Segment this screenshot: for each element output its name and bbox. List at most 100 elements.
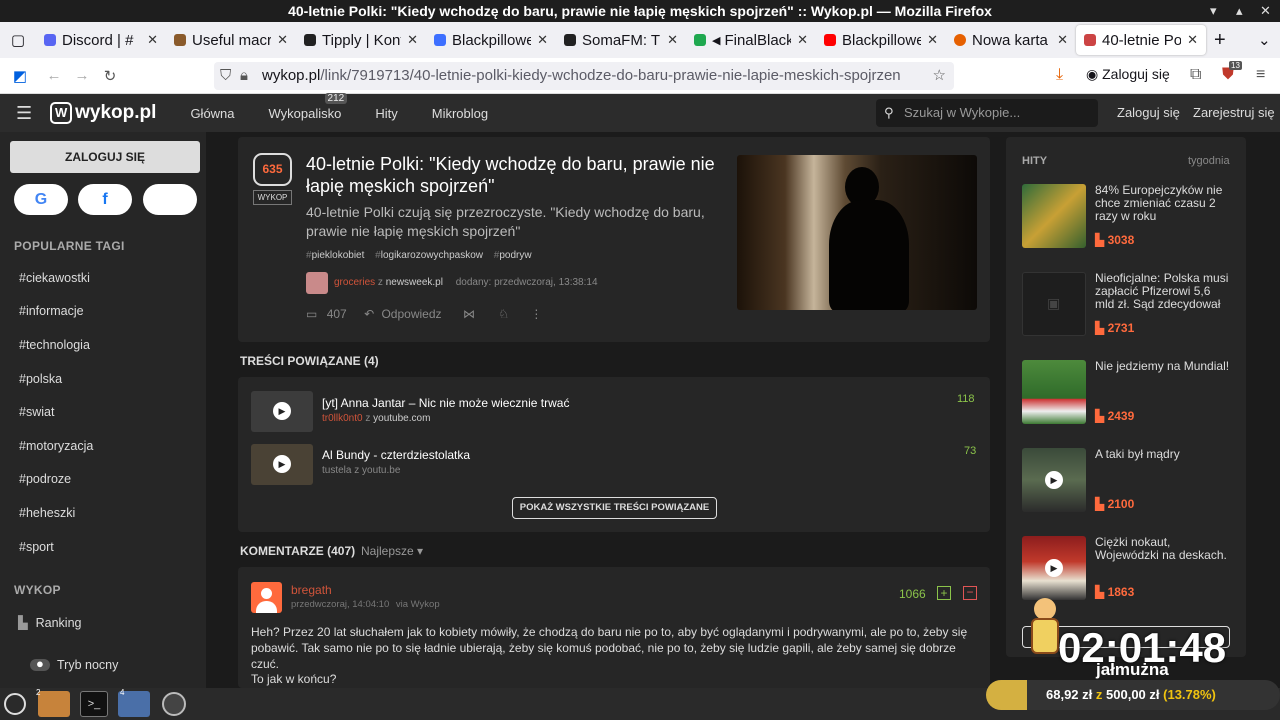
related-item-title[interactable]: [yt] Anna Jantar – Nic nie może wiecznie… [322,396,569,410]
header-register[interactable]: Zarejestruj się [1193,105,1275,120]
tag-item[interactable]: #heheszki [19,506,75,520]
files-icon[interactable] [38,691,70,717]
hits-period[interactable]: tygodnia [1188,155,1230,167]
close-tab-icon[interactable]: ✕ [147,32,158,48]
close-tab-icon[interactable]: ✕ [277,32,288,48]
tag-link[interactable]: pieklokobiet [312,250,365,261]
comments-count[interactable]: 407 [327,307,347,321]
sidebar-login-button[interactable]: ZALOGUJ SIĘ [10,141,200,173]
back-icon[interactable]: ← [40,67,68,84]
hit-item[interactable]: ▶ Ciężki nokaut, Wojewódzki na deskach. … [1022,536,1232,600]
nav-hity[interactable]: Hity [375,106,397,121]
vote-button[interactable]: WYKOP [253,190,292,205]
tab-somafm[interactable]: SomaFM: The✕ [556,22,686,58]
tag-item[interactable]: #polska [19,372,62,386]
nav-mikroblog[interactable]: Mikroblog [432,106,488,121]
author-avatar[interactable] [306,272,328,294]
tab-finalblack[interactable]: ◀ FinalBlack ✕ [686,22,816,58]
tab-discord[interactable]: Discord | # ✕ [36,22,166,58]
tag-item[interactable]: #informacje [19,304,84,318]
tab-new[interactable]: Nowa karta ✕ [946,22,1076,58]
tag-item[interactable]: #swiat [19,405,54,419]
apple-login-icon[interactable] [143,184,197,215]
plus-vote-button[interactable]: + [937,586,951,600]
tag-link[interactable]: podryw [499,250,531,261]
article-thumbnail[interactable] [737,155,977,310]
tab-list-icon[interactable]: ⌄ [1250,22,1280,58]
facebook-login-icon[interactable]: f [78,184,132,215]
tag-link[interactable]: logikarozowychpaskow [381,250,483,261]
hit-votes: ▙ 1863 [1095,585,1135,599]
sidebar-toggle-icon[interactable]: ◩ [6,67,34,85]
added-date: dodany: przedwczoraj, 13:38:14 [455,277,598,288]
terminal-icon[interactable]: >_ [80,691,108,717]
reload-icon[interactable]: ↻ [96,67,124,85]
speaker-icon[interactable]: ◀ [712,34,720,47]
start-menu-icon[interactable] [4,693,26,715]
source-link[interactable]: newsweek.pl [386,277,443,288]
author-link[interactable]: groceries [334,277,375,288]
new-tab-button[interactable]: + [1206,22,1236,58]
comment-avatar[interactable] [251,582,282,613]
tag-item[interactable]: #technologia [19,338,90,352]
header-login[interactable]: Zaloguj się [1117,105,1180,120]
tag-item[interactable]: #motoryzacja [19,439,93,453]
tab-blackpill-2[interactable]: Blackpillowe ✕ [816,22,946,58]
reply-button[interactable]: Odpowiedz [381,307,441,321]
url-bar[interactable]: ⛉ 🔒︎ wykop.pl/link/7919713/40-letnie-pol… [214,62,954,90]
menu-icon[interactable]: ≡ [1256,66,1265,84]
close-tab-icon[interactable]: ✕ [1187,32,1198,48]
share-icon[interactable]: ⋈ [463,307,475,321]
reply-icon[interactable]: ↶ [364,307,374,321]
hit-item[interactable]: Nie jedziemy na Mundial! ▙ 2439 [1022,360,1232,424]
hit-item[interactable]: 84% Europejczyków nie chce zmieniać czas… [1022,184,1232,248]
tag-item[interactable]: #sport [19,540,54,554]
extensions-icon[interactable]: ⧉ [1190,66,1201,84]
search-input[interactable]: ⚲ Szukaj w Wykopie... [876,99,1098,127]
comment-author[interactable]: bregath [291,583,332,597]
hit-item[interactable]: ▣ Nieoficjalne: Polska musi zapłacić Pfi… [1022,272,1232,336]
tag-item[interactable]: #podroze [19,472,71,486]
tag-item[interactable]: #ciekawostki [19,271,90,285]
close-tab-icon[interactable]: ✕ [797,32,808,48]
silhouette-body [829,200,909,310]
hit-item[interactable]: ▶ A taki był mądry ▙ 2100 [1022,448,1232,512]
tab-blackpill-1[interactable]: Blackpillowe ✕ [426,22,556,58]
nav-glowna[interactable]: Główna [190,106,234,121]
tab-wykop-active[interactable]: 40-letnie Poll ✕ [1076,25,1206,55]
minimize-icon[interactable]: ▾ [1210,0,1217,22]
show-all-related-button[interactable]: POKAŻ WSZYSTKIE TREŚCI POWIĄZANE [512,497,717,519]
forward-icon[interactable]: → [68,67,96,84]
comments-icon[interactable]: ▭ [306,307,317,321]
nav-bar: ◩ ← → ↻ ⛉ 🔒︎ wykop.pl/link/7919713/40-le… [0,58,1280,94]
ranking-link[interactable]: ▙ Ranking [18,615,82,630]
close-tab-icon[interactable]: ✕ [667,32,678,48]
comments-sort-dropdown[interactable]: Najlepsze ▾ [361,544,423,558]
more-icon[interactable]: ⋮ [530,307,542,321]
related-thumbnail[interactable]: ▶ [251,391,313,432]
close-tab-icon[interactable]: ✕ [407,32,418,48]
nav-wykopalisko[interactable]: Wykopalisko 212 [269,92,348,121]
close-tab-icon[interactable]: ✕ [1057,32,1068,48]
close-tab-icon[interactable]: ✕ [927,32,938,48]
tab-macro[interactable]: Useful macro✕ [166,22,296,58]
obs-icon[interactable] [162,692,186,716]
downloads-icon[interactable]: ⤓ [1056,66,1063,84]
close-tab-icon[interactable]: ✕ [537,32,548,48]
night-mode-row[interactable]: ● Tryb nocny [0,648,206,682]
observe-icon[interactable]: ♘ [498,307,509,321]
account-button[interactable]: ◉ Zaloguj się [1086,66,1170,83]
article-title[interactable]: 40-letnie Polki: "Kiedy wchodzę do baru,… [306,153,726,197]
maximize-icon[interactable]: ▴ [1236,0,1243,22]
hamburger-icon[interactable]: ☰ [16,103,32,124]
tab-overview-icon[interactable]: ▢ [0,22,36,58]
vote-count[interactable]: 635 [253,153,292,186]
google-login-icon[interactable]: G [14,184,68,215]
tab-tipply[interactable]: Tipply | Konf ✕ [296,22,426,58]
related-thumbnail[interactable]: ▶ [251,444,313,485]
minus-vote-button[interactable]: − [963,586,977,600]
close-window-icon[interactable]: ✕ [1260,0,1271,22]
related-item-title[interactable]: Al Bundy - czterdziestolatka [322,448,470,462]
logo[interactable]: Wwykop.pl [50,102,156,124]
bookmark-star-icon[interactable]: ☆ [933,62,946,90]
